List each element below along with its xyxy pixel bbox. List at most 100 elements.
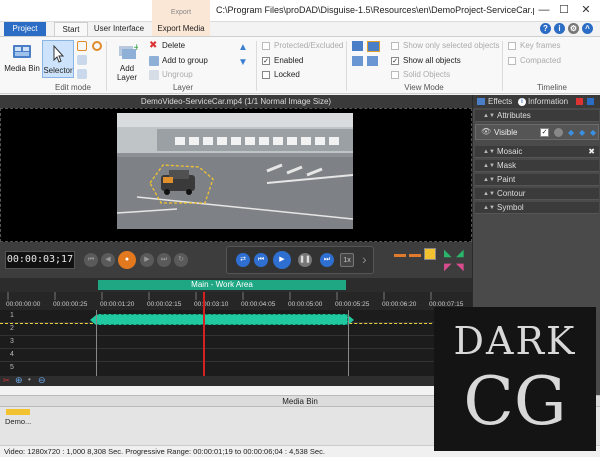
loop-icon[interactable]: ↻: [174, 253, 188, 267]
keyframe-off-icon[interactable]: [554, 128, 563, 137]
tracking-icon[interactable]: [424, 248, 436, 260]
reverse-play-icon[interactable]: ⇄: [236, 253, 250, 267]
maximize-button[interactable]: ☐: [556, 3, 572, 17]
close-panel-icon[interactable]: [576, 98, 583, 105]
compacted-checkbox[interactable]: Compacted: [508, 56, 561, 65]
zoom-out-icon[interactable]: ⊖: [38, 375, 46, 386]
speed-button[interactable]: 1x: [340, 253, 354, 267]
mask-section[interactable]: ▲▼ Mask: [475, 160, 599, 172]
symbol-section[interactable]: ▲▼ Symbol: [475, 202, 599, 214]
edit-mode-group-label: Edit mode: [54, 83, 92, 92]
track-stop-back-icon[interactable]: ◤: [444, 262, 452, 273]
ellipse-tool-icon[interactable]: [92, 41, 102, 51]
playhead[interactable]: [203, 292, 205, 378]
media-thumbnail[interactable]: [6, 409, 30, 415]
keyframe-prev-icon[interactable]: ◆: [568, 128, 574, 137]
track-stop-forward-icon[interactable]: ◥: [456, 262, 464, 273]
move-up-icon[interactable]: ▲: [238, 42, 248, 53]
chevron-right-icon[interactable]: ›: [362, 251, 367, 267]
media-item-label[interactable]: Demo...: [5, 417, 31, 426]
info-icon[interactable]: i: [554, 23, 565, 34]
video-frame[interactable]: [117, 113, 353, 229]
group-icon: [149, 56, 159, 66]
key-frames-checkbox[interactable]: Key frames: [508, 41, 560, 50]
delete-button[interactable]: ✖ Delete: [149, 41, 185, 51]
timeline-group-label: Timeline: [537, 83, 567, 92]
ruler-tick-label: 00:00:03:10: [194, 301, 229, 308]
keyframe-add-icon[interactable]: ◆: [590, 128, 596, 137]
checkbox-box: [508, 56, 516, 65]
show-all-objects-checkbox[interactable]: ✓ Show all objects: [391, 56, 461, 65]
freehand-tool-icon[interactable]: [77, 69, 87, 79]
view-outline-icon[interactable]: [352, 56, 363, 66]
go-start-icon[interactable]: ⏮: [84, 253, 98, 267]
show-only-selected-checkbox[interactable]: Show only selected objects: [391, 41, 500, 50]
mark-in-icon[interactable]: [394, 254, 406, 257]
divider: [346, 41, 347, 91]
pause-icon[interactable]: ❚❚: [298, 253, 312, 267]
chevron-up-icon[interactable]: ^: [582, 23, 593, 34]
tab-start[interactable]: Start: [54, 22, 88, 36]
next-frame-icon[interactable]: ⏭: [320, 253, 334, 267]
record-icon[interactable]: ●: [118, 251, 136, 269]
window-title: C:\Program Files\proDAD\Disguise-1.5\Res…: [216, 5, 534, 15]
attributes-section[interactable]: ▲▼ Attributes: [475, 110, 599, 122]
watermark-logo: DARK CG: [434, 307, 596, 451]
rectangle-tool-icon[interactable]: [77, 41, 87, 51]
enabled-checkbox[interactable]: ✓ Enabled: [262, 56, 303, 65]
pin-panel-icon[interactable]: [587, 98, 594, 105]
contour-section[interactable]: ▲▼ Contour: [475, 188, 599, 200]
mosaic-section[interactable]: ▲▼ Mosaic ✖: [475, 146, 599, 158]
section-label: Mask: [497, 161, 517, 170]
play-icon[interactable]: ▶: [273, 251, 291, 269]
add-layer-button[interactable]: + Add Layer: [109, 42, 145, 82]
visible-checkbox[interactable]: ✓: [540, 128, 549, 137]
minimize-button[interactable]: —: [536, 3, 552, 17]
object-range-clip[interactable]: [96, 314, 348, 325]
view-all-icon[interactable]: [367, 41, 380, 52]
close-button[interactable]: ✕: [578, 3, 594, 17]
tab-effects[interactable]: Effects: [488, 96, 512, 108]
ruler-tick-label: 00:00:05:25: [335, 301, 370, 308]
step-forward-icon[interactable]: ▶: [140, 253, 154, 267]
paint-section[interactable]: ▲▼ Paint: [475, 174, 599, 186]
layer-group-label: Layer: [172, 83, 193, 92]
view-solid-icon[interactable]: [367, 56, 378, 66]
locked-checkbox[interactable]: Locked: [262, 70, 300, 79]
solid-objects-checkbox[interactable]: Solid Objects: [391, 70, 450, 79]
view-selected-icon[interactable]: [352, 41, 363, 51]
help-icon[interactable]: ?: [540, 23, 551, 34]
visible-attribute-row[interactable]: 👁 Visible ✓ ◆ ◆ ◆: [475, 124, 599, 140]
track-cut-icon[interactable]: ✂: [3, 376, 10, 385]
go-end-icon[interactable]: ⏭: [157, 253, 171, 267]
add-to-group-button[interactable]: Add to group: [149, 56, 208, 66]
ruler-tick-label: 00:00:05:00: [288, 301, 323, 308]
tab-project[interactable]: Project: [4, 22, 46, 36]
move-down-icon[interactable]: ▼: [238, 57, 248, 68]
selector-button[interactable]: Selector: [42, 40, 74, 78]
tab-user-interface[interactable]: User Interface: [93, 22, 145, 36]
tab-information[interactable]: Information: [528, 96, 568, 108]
keyframe-next-icon[interactable]: ◆: [579, 128, 585, 137]
add-layer-icon: +: [116, 42, 141, 62]
timecode-display[interactable]: 00:00:03;17: [5, 251, 75, 269]
track-backward-icon[interactable]: ◣: [444, 248, 452, 259]
step-back-icon[interactable]: ◀: [101, 253, 115, 267]
track-forward-icon[interactable]: ◢: [456, 248, 464, 259]
zoom-in-icon[interactable]: ⊕: [15, 375, 23, 386]
tab-export-media[interactable]: Export Media: [152, 22, 210, 36]
work-area-range[interactable]: Main - Work Area: [98, 280, 346, 290]
polygon-tool-icon[interactable]: [77, 55, 87, 65]
previous-frame-icon[interactable]: ⏮: [254, 253, 268, 267]
time-ruler[interactable]: 00:00:00:00 00:00:00:25 00:00:01:20 00:0…: [0, 292, 472, 310]
timeline-tracks[interactable]: 1 2 3 4 5: [0, 310, 472, 376]
mark-out-icon[interactable]: [409, 254, 421, 257]
ungroup-button[interactable]: Ungroup: [149, 70, 193, 80]
settings-icon[interactable]: ⚙: [568, 23, 579, 34]
remove-effect-icon[interactable]: ✖: [588, 146, 595, 158]
attributes-label: Attributes: [497, 111, 531, 120]
media-bin-button[interactable]: Media Bin: [3, 42, 41, 73]
information-icon: i: [518, 98, 526, 106]
protected-excluded-checkbox[interactable]: Protected/Excluded: [262, 41, 343, 50]
show-all-objects-label: Show all objects: [403, 56, 461, 65]
